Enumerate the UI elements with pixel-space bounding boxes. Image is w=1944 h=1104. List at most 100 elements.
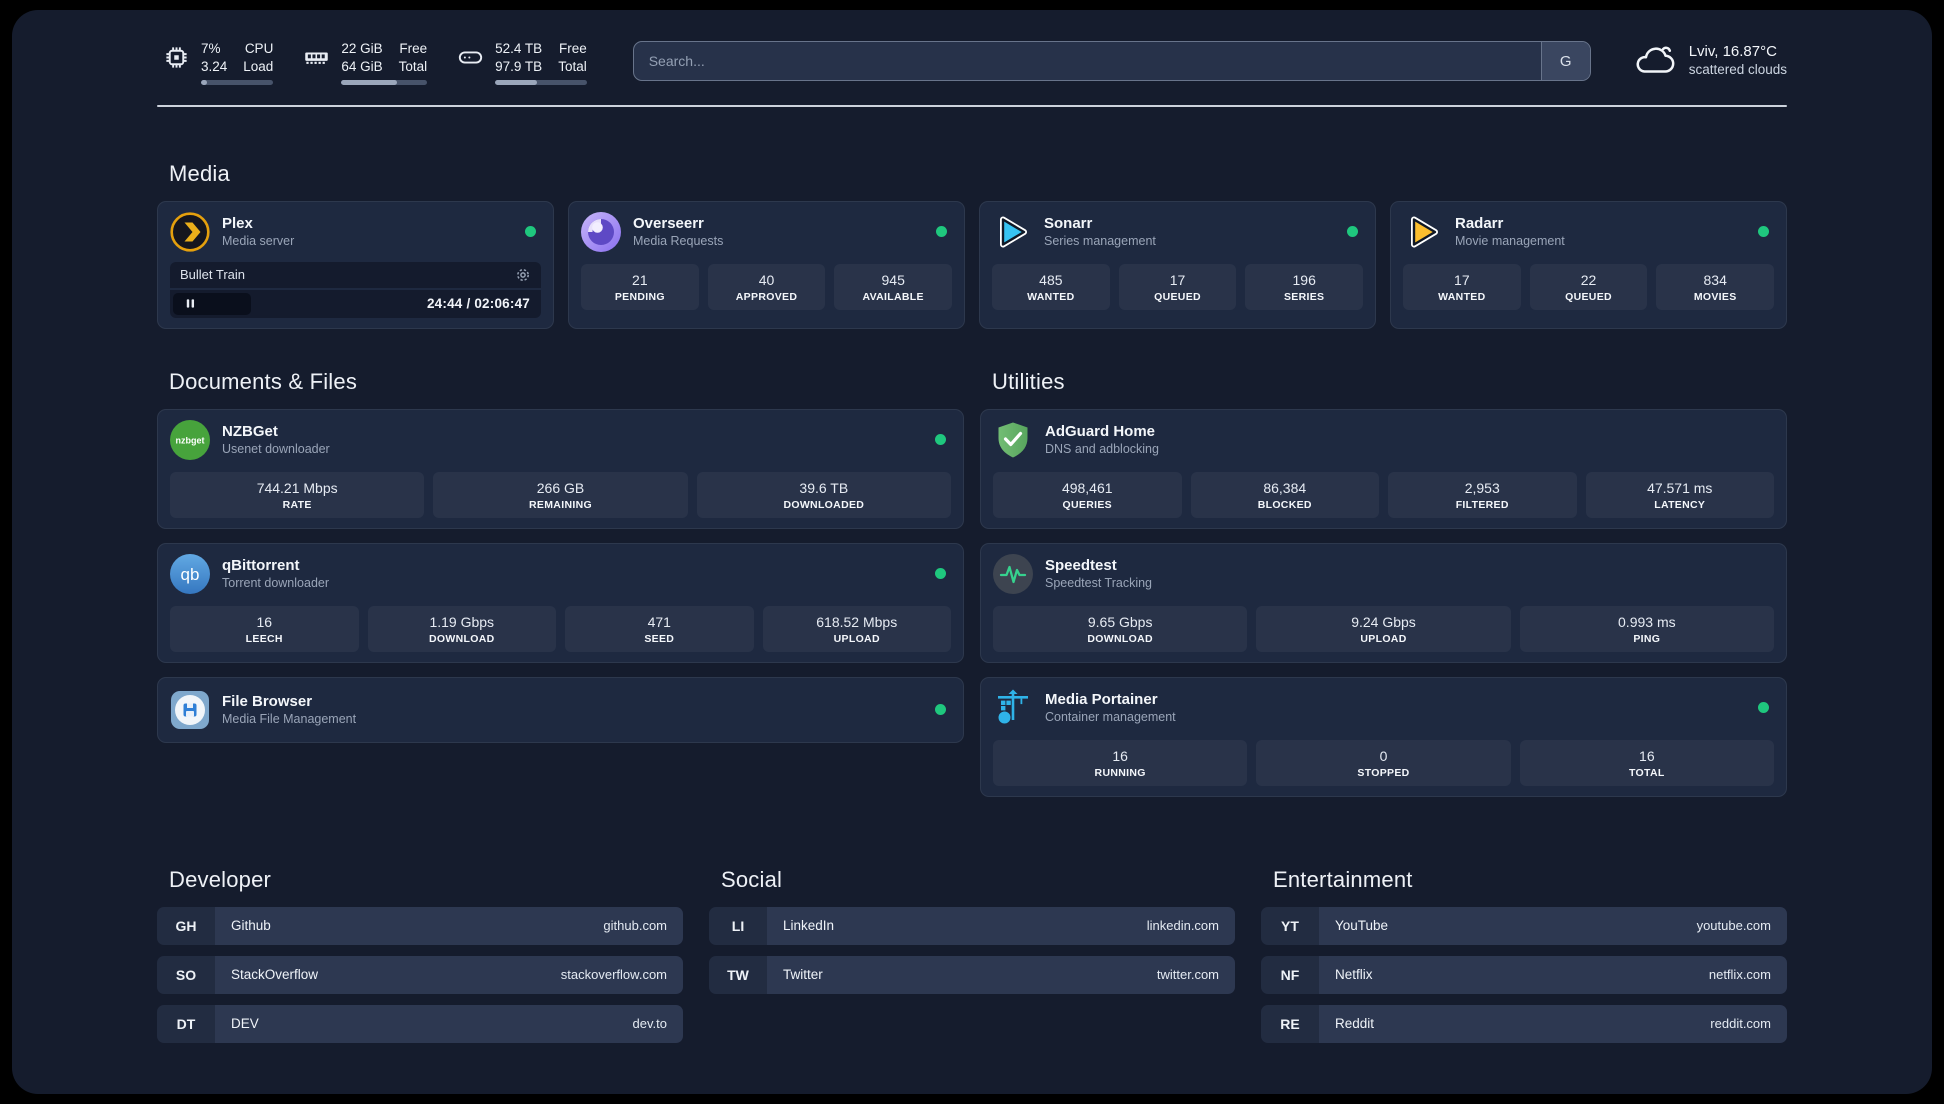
app-card-plex: Plex Media server Bullet Train 24:44 / 0… — [157, 200, 554, 329]
top-bar: 7% 3.24 CPU Load 22 GiB 64 GiB Free Tota… — [157, 40, 1787, 85]
section-title-media: Media — [169, 160, 230, 186]
bookmark-group-title: Social — [721, 866, 783, 892]
bookmark-group-title: Entertainment — [1273, 866, 1413, 892]
search-input[interactable] — [632, 41, 1591, 81]
section-media: Media Plex Media server Bullet Train 24:… — [157, 161, 1787, 329]
portainer-icon — [993, 688, 1033, 728]
app-name: Radarr — [1455, 215, 1504, 233]
cpu-icon — [163, 40, 190, 74]
bookmark-url: github.com — [603, 918, 667, 934]
bookmark-name: Twitter — [783, 967, 823, 983]
cloud-icon — [1633, 41, 1677, 79]
stat-block: 945 AVAILABLE — [834, 263, 953, 310]
cpu-labels: CPU Load — [243, 41, 274, 74]
search-provider-button[interactable]: G — [1540, 42, 1590, 80]
speedtest-icon — [993, 553, 1033, 594]
memory-values: 22 GiB 64 GiB — [341, 41, 383, 74]
now-playing-title: Bullet Train — [180, 267, 246, 283]
bookmark-url: twitter.com — [1156, 967, 1219, 983]
app-link-radarr[interactable]: Radarr Movie management — [1403, 212, 1774, 252]
app-link-adguard[interactable]: AdGuard Home DNS and adblocking — [993, 420, 1774, 460]
section-title-documents: Documents & Files — [169, 368, 358, 394]
stat-block: 744.21 Mbps RATE — [170, 471, 425, 518]
app-name: qBittorrent — [222, 557, 300, 575]
app-link-filebrowser[interactable]: File Browser Media File Management — [170, 690, 951, 730]
svg-text:nzbget: nzbget — [176, 435, 205, 445]
app-stats: 17 WANTED 22 QUEUED 834 MOVIES — [1403, 263, 1775, 310]
bookmark-name: DEV — [231, 1016, 259, 1032]
app-desc: Torrent downloader — [222, 576, 330, 591]
section-title-utilities: Utilities — [992, 368, 1065, 394]
stat-block: 16 TOTAL — [1519, 739, 1774, 786]
app-desc: Speedtest Tracking — [1045, 576, 1153, 591]
search-bar: G — [632, 41, 1591, 81]
app-link-portainer[interactable]: Media Portainer Container management — [993, 688, 1774, 728]
stat-block: 2,953 FILTERED — [1388, 471, 1577, 518]
bookmark-reddit[interactable]: RE Reddit reddit.com — [1261, 1004, 1787, 1043]
bookmark-twitter[interactable]: TW Twitter twitter.com — [709, 955, 1235, 994]
app-card-nzbget: nzbget NZBGet Usenet downloader 744.21 M… — [157, 408, 964, 529]
overseerr-icon — [581, 211, 621, 252]
bookmark-group-social: Social LI LinkedIn linkedin.com TW Twitt… — [709, 867, 1235, 1043]
bookmark-github[interactable]: GH Github github.com — [157, 906, 683, 945]
stat-block: 0 STOPPED — [1256, 739, 1511, 786]
app-stats: 9.65 Gbps DOWNLOAD 9.24 Gbps UPLOAD 0.99… — [993, 605, 1774, 652]
cpu-monitor: 7% 3.24 CPU Load — [163, 40, 274, 85]
nzbget-icon: nzbget — [170, 419, 210, 460]
pause-button[interactable] — [173, 292, 251, 315]
bookmark-youtube[interactable]: YT YouTube youtube.com — [1261, 906, 1787, 945]
app-card-speedtest: Speedtest Speedtest Tracking 9.65 Gbps D… — [980, 542, 1787, 663]
bookmark-abbr: GH — [157, 906, 215, 945]
stat-block: 86,384 BLOCKED — [1190, 471, 1379, 518]
status-dot — [525, 226, 536, 238]
app-stats: 744.21 Mbps RATE 266 GB REMAINING 39.6 T… — [170, 471, 951, 518]
memory-icon — [303, 40, 330, 74]
app-link-sonarr[interactable]: Sonarr Series management — [992, 212, 1363, 252]
app-name: Overseerr — [633, 215, 704, 233]
stat-block: 498,461 QUERIES — [993, 471, 1182, 518]
header-divider — [157, 104, 1787, 107]
gear-icon[interactable] — [515, 267, 531, 283]
app-stats: 16 LEECH 1.19 Gbps DOWNLOAD 471 SEED 618… — [170, 605, 951, 652]
app-link-plex[interactable]: Plex Media server — [170, 212, 541, 252]
stat-block: 471 SEED — [565, 605, 754, 652]
app-desc: Movie management — [1455, 234, 1565, 249]
bookmark-linkedin[interactable]: LI LinkedIn linkedin.com — [709, 906, 1235, 945]
app-card-radarr: Radarr Movie management 17 WANTED 22 QUE… — [1390, 200, 1787, 329]
dashboard-page: 7% 3.24 CPU Load 22 GiB 64 GiB Free Tota… — [12, 10, 1932, 1094]
app-desc: Media File Management — [222, 712, 357, 727]
app-desc: Media Requests — [633, 234, 724, 249]
app-name: NZBGet — [222, 423, 278, 441]
app-desc: Series management — [1044, 234, 1156, 249]
stat-block: 39.6 TB DOWNLOADED — [696, 471, 951, 518]
bookmark-abbr: RE — [1261, 1004, 1319, 1043]
bookmark-url: stackoverflow.com — [560, 967, 667, 983]
bookmark-dev[interactable]: DT DEV dev.to — [157, 1004, 683, 1043]
bookmark-stackoverflow[interactable]: SO StackOverflow stackoverflow.com — [157, 955, 683, 994]
section-utilities: Utilities AdGuard Home DNS and adblockin… — [980, 369, 1787, 797]
bookmark-name: Github — [231, 918, 271, 934]
status-dot — [935, 434, 946, 446]
app-link-speedtest[interactable]: Speedtest Speedtest Tracking — [993, 553, 1774, 594]
stat-block: 266 GB REMAINING — [433, 471, 688, 518]
memory-labels: Free Total — [398, 41, 428, 74]
bookmark-group-entertainment: Entertainment YT YouTube youtube.com NF … — [1261, 867, 1787, 1043]
weather-widget[interactable]: Lviv, 16.87°C scattered clouds — [1633, 41, 1787, 79]
filebrowser-icon — [170, 690, 210, 730]
bookmark-url: dev.to — [632, 1016, 667, 1032]
app-card-overseerr: Overseerr Media Requests 21 PENDING 40 A… — [568, 200, 965, 329]
app-stats: 21 PENDING 40 APPROVED 945 AVAILABLE — [581, 263, 953, 310]
bookmark-netflix[interactable]: NF Netflix netflix.com — [1261, 955, 1787, 994]
bookmark-name: Netflix — [1335, 967, 1373, 983]
app-desc: DNS and adblocking — [1045, 442, 1159, 457]
weather-location-temp: Lviv, 16.87°C — [1688, 43, 1777, 60]
status-dot — [1347, 226, 1358, 238]
bookmark-url: reddit.com — [1710, 1016, 1771, 1032]
app-link-overseerr[interactable]: Overseerr Media Requests — [581, 211, 952, 252]
app-link-nzbget[interactable]: nzbget NZBGet Usenet downloader — [170, 419, 951, 460]
bookmark-url: linkedin.com — [1146, 918, 1219, 934]
bookmark-abbr: LI — [709, 906, 767, 945]
app-link-qbittorrent[interactable]: qb qBittorrent Torrent downloader — [170, 553, 951, 594]
stat-block: 485 WANTED — [992, 263, 1110, 310]
bookmark-name: Reddit — [1335, 1016, 1375, 1032]
